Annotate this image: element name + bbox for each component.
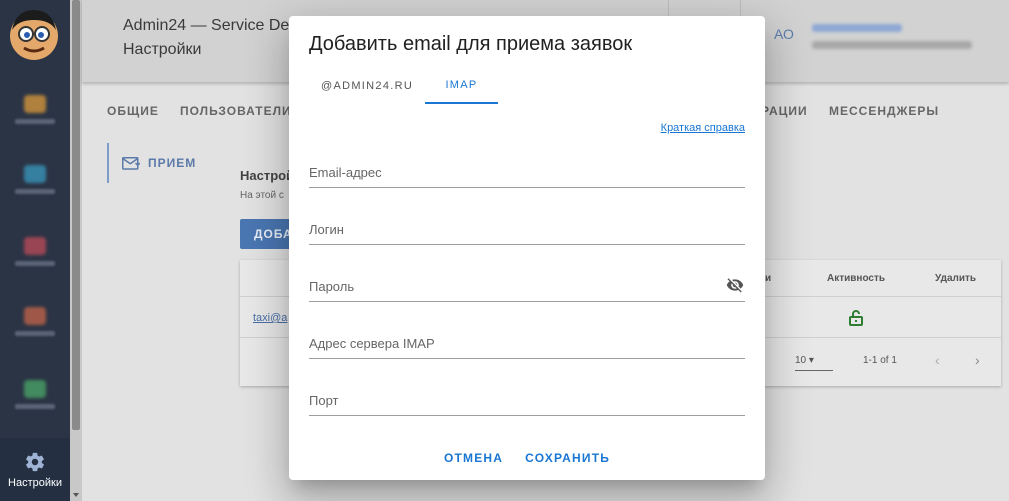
- nav-icon: [24, 164, 46, 183]
- nav-icon: [24, 236, 46, 255]
- rows-per-page-value: 10: [795, 355, 807, 366]
- login-input[interactable]: [309, 215, 745, 243]
- help-link[interactable]: Краткая справка: [661, 122, 745, 134]
- eye-off-icon[interactable]: [725, 276, 745, 294]
- lock-icon[interactable]: [849, 310, 863, 326]
- tab-messengers[interactable]: МЕССЕНДЖЕРЫ: [829, 104, 939, 118]
- nav-item-4[interactable]: [0, 292, 70, 350]
- pagination-range: 1-1 of 1: [863, 355, 897, 366]
- email-input[interactable]: [309, 158, 745, 186]
- password-field: [309, 272, 745, 302]
- user-org-blurred: [812, 41, 972, 49]
- chevron-right-icon[interactable]: ›: [975, 352, 980, 368]
- port-field: [309, 386, 745, 416]
- password-input[interactable]: [309, 272, 745, 300]
- nav-item-2[interactable]: [0, 150, 70, 208]
- dialog-tabs: @ADMIN24.RU IMAP: [309, 68, 498, 104]
- nav-item-label: [15, 260, 55, 266]
- tab-users[interactable]: ПОЛЬЗОВАТЕЛИ: [180, 104, 292, 118]
- nav-item-settings-label: Настройки: [8, 476, 62, 489]
- side-tab-label: ПРИЕМ: [148, 156, 197, 170]
- nav-icon: [24, 306, 46, 325]
- user-name-blurred: [812, 24, 902, 32]
- nav-icon: [24, 379, 46, 398]
- user-avatar-icon[interactable]: [6, 6, 62, 62]
- chevron-left-icon[interactable]: ‹: [935, 352, 940, 368]
- rows-per-page-select[interactable]: 10 ▾: [795, 355, 833, 371]
- email-field: [309, 158, 745, 188]
- app-title: Admin24 — Service Des: [123, 17, 298, 34]
- imap-server-field: [309, 329, 745, 359]
- cancel-button[interactable]: ОТМЕНА: [444, 451, 503, 465]
- mail-download-icon: [122, 157, 140, 170]
- table-header-active: Активность: [827, 273, 886, 284]
- nav-item-3[interactable]: [0, 222, 70, 280]
- port-input[interactable]: [309, 386, 745, 414]
- nav-item-settings[interactable]: Настройки: [0, 438, 70, 501]
- nav-item-label: [15, 118, 55, 124]
- row-email-link[interactable]: taxi@a: [253, 312, 287, 324]
- imap-server-input[interactable]: [309, 329, 745, 357]
- nav-rail: Настройки: [0, 0, 70, 501]
- gear-icon: [26, 452, 44, 471]
- tab-integrations[interactable]: РАЦИИ: [761, 104, 808, 118]
- tab-general[interactable]: ОБЩИЕ: [107, 104, 159, 118]
- section-subtext: На этой с: [240, 190, 284, 201]
- page-title: Настройки: [123, 41, 202, 58]
- scrollbar-thumb[interactable]: [72, 0, 80, 430]
- dialog-title: Добавить email для приема заявок: [309, 33, 633, 55]
- tab-admin24-domain[interactable]: @ADMIN24.RU: [309, 68, 425, 104]
- table-header-delete: Удалить: [935, 273, 977, 284]
- dialog-actions: ОТМЕНА СОХРАНИТЬ: [289, 451, 765, 465]
- nav-scrollbar[interactable]: [70, 0, 82, 501]
- scroll-down-arrow-icon[interactable]: [73, 493, 79, 497]
- side-tab-receive[interactable]: ПРИЕМ: [107, 143, 196, 183]
- section-heading: Настрой: [240, 168, 295, 183]
- tab-imap[interactable]: IMAP: [425, 68, 498, 104]
- nav-item-1[interactable]: [0, 80, 70, 138]
- nav-item-label: [15, 188, 55, 194]
- nav-item-label: [15, 403, 55, 409]
- login-field: [309, 215, 745, 245]
- save-button[interactable]: СОХРАНИТЬ: [525, 451, 610, 465]
- nav-icon: [24, 94, 46, 113]
- nav-item-5[interactable]: [0, 365, 70, 423]
- nav-item-label: [15, 330, 55, 336]
- user-initials[interactable]: АО: [774, 26, 794, 42]
- add-email-dialog: Добавить email для приема заявок @ADMIN2…: [289, 16, 765, 480]
